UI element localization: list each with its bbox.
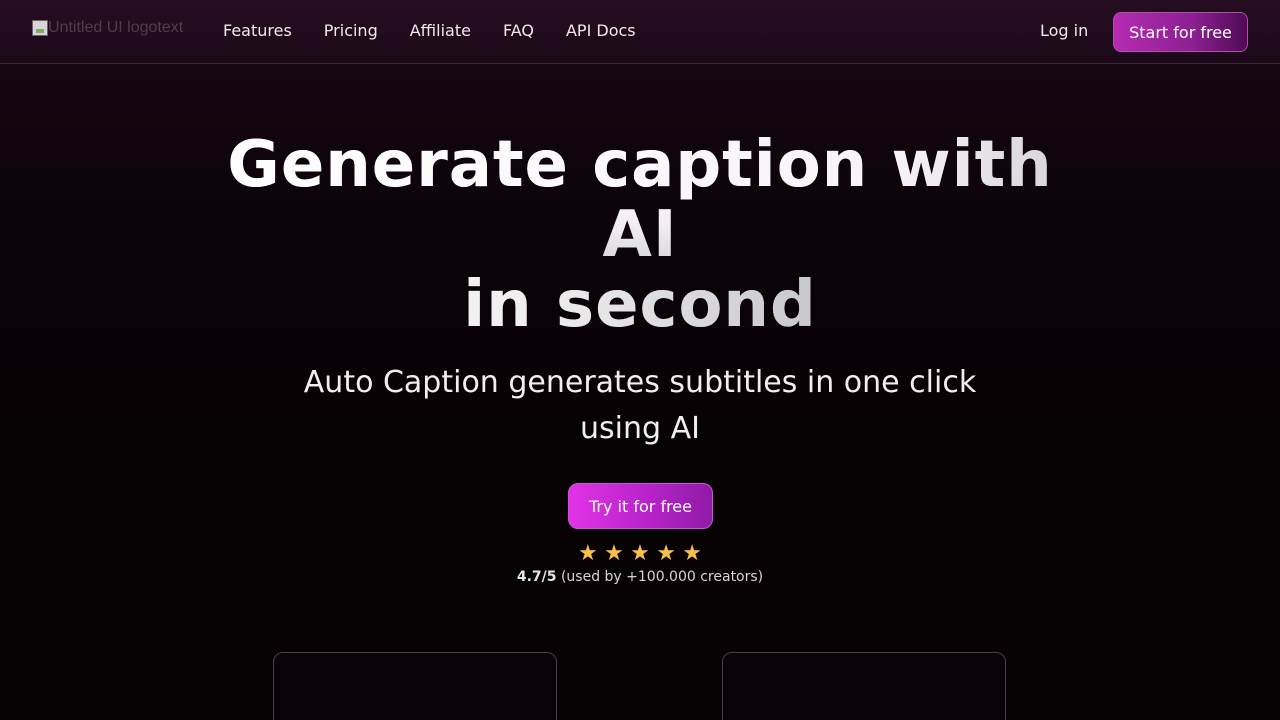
nav-link-pricing[interactable]: Pricing (324, 21, 378, 40)
hero-subtitle: Auto Caption generates subtitles in one … (303, 365, 977, 446)
rating-usage: (used by +100.000 creators) (556, 569, 764, 585)
rating-text: 4.7/5 (used by +100.000 creators) (440, 569, 840, 585)
star-icon: ★ (656, 541, 676, 566)
star-icon: ★ (604, 541, 624, 566)
rating-stars: ★ ★ ★ ★ ★ (578, 542, 702, 566)
star-icon: ★ (578, 541, 598, 566)
hero-title-line-2: AI (602, 198, 678, 272)
top-navbar: Untitled UI logotext Features Pricing Af… (0, 0, 1280, 64)
video-card-right (722, 652, 1006, 720)
hero-title: Generate caption with AI in second (140, 130, 1140, 340)
broken-image-icon (32, 20, 48, 36)
login-link[interactable]: Log in (1040, 21, 1088, 40)
nav-link-faq[interactable]: FAQ (503, 21, 534, 40)
hero-title-line-1: Generate caption with (140, 130, 1140, 200)
star-icon: ★ (630, 541, 650, 566)
hero-title-line-3: in second (140, 270, 1140, 340)
nav-link-affiliate[interactable]: Affiliate (410, 21, 471, 40)
star-icon: ★ (682, 541, 702, 566)
logo[interactable]: Untitled UI logotext (32, 18, 183, 38)
nav-link-features[interactable]: Features (223, 21, 292, 40)
try-for-free-button[interactable]: Try it for free (568, 483, 713, 529)
nav-links: Features Pricing Affiliate FAQ API Docs (223, 21, 636, 40)
start-for-free-button[interactable]: Start for free (1113, 12, 1248, 52)
logo-alt-text: Untitled UI logotext (48, 19, 184, 36)
video-card-left (273, 652, 557, 720)
rating-value: 4.7/5 (516, 569, 557, 585)
nav-link-api-docs[interactable]: API Docs (566, 21, 636, 40)
